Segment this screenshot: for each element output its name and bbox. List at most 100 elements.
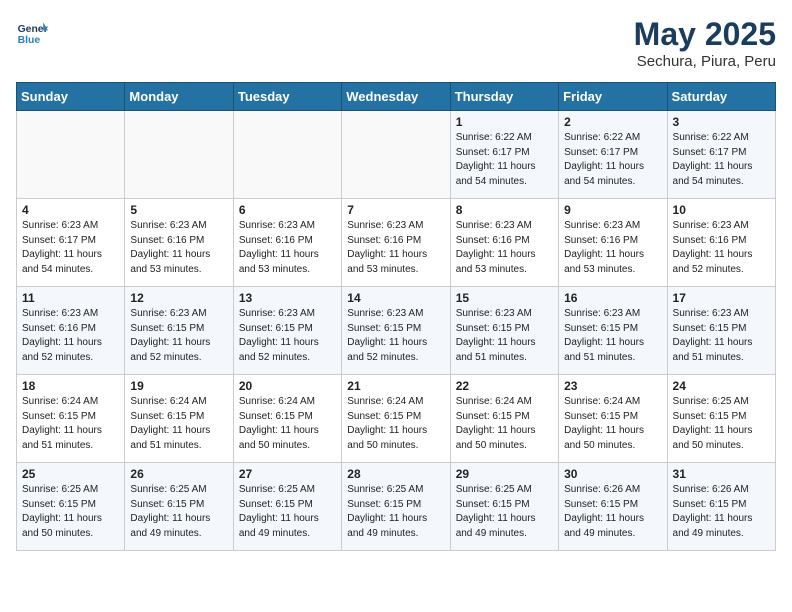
calendar-cell: 12Sunrise: 6:23 AM Sunset: 6:15 PM Dayli…: [125, 287, 233, 375]
day-info: Sunrise: 6:23 AM Sunset: 6:16 PM Dayligh…: [456, 219, 553, 277]
logo: General Blue: [16, 16, 48, 48]
day-number: 17: [673, 291, 770, 305]
calendar-cell: 30 Sunrise: 6:26 AM Sunset: 6:15 PM Dayli…: [559, 463, 667, 551]
calendar-cell: 15Sunrise: 6:23 AM Sunset: 6:15 PM Dayli…: [450, 287, 558, 375]
day-number: 29: [456, 467, 553, 481]
calendar-cell: 24 Sunrise: 6:25 AM Sunset: 6:15 PM Dayli…: [667, 375, 775, 463]
day-info: Sunrise: 6:24 AM Sunset: 6:15 PM Dayligh…: [564, 395, 661, 453]
day-number: 1: [456, 115, 553, 129]
calendar-cell: 5 Sunrise: 6:23 AM Sunset: 6:16 PM Daylig…: [125, 199, 233, 287]
calendar-cell: [233, 111, 341, 199]
day-info: Sunrise: 6:23 AM Sunset: 6:15 PM Dayligh…: [239, 307, 336, 365]
day-number: 25: [22, 467, 119, 481]
calendar-cell: 13 Sunrise: 6:23 AM Sunset: 6:15 PM Dayli…: [233, 287, 341, 375]
header-sunday: Sunday: [17, 83, 125, 111]
calendar-week-3: 11 Sunrise: 6:23 AM Sunset: 6:16 PM Dayli…: [17, 287, 776, 375]
calendar-table: SundayMondayTuesdayWednesdayThursdayFrid…: [16, 82, 776, 551]
day-number: 28: [347, 467, 444, 481]
calendar-week-4: 18 Sunrise: 6:24 AM Sunset: 6:15 PM Dayli…: [17, 375, 776, 463]
calendar-cell: 9 Sunrise: 6:23 AM Sunset: 6:16 PM Daylig…: [559, 199, 667, 287]
day-info: Sunrise: 6:23 AM Sunset: 6:16 PM Dayligh…: [347, 219, 444, 277]
header-thursday: Thursday: [450, 83, 558, 111]
day-number: 4: [22, 203, 119, 217]
calendar-cell: 7 Sunrise: 6:23 AM Sunset: 6:16 PM Daylig…: [342, 199, 450, 287]
calendar-cell: 6Sunrise: 6:23 AM Sunset: 6:16 PM Daylig…: [233, 199, 341, 287]
calendar-cell: 8Sunrise: 6:23 AM Sunset: 6:16 PM Daylig…: [450, 199, 558, 287]
header-friday: Friday: [559, 83, 667, 111]
day-number: 20: [239, 379, 336, 393]
day-number: 11: [22, 291, 119, 305]
day-info: Sunrise: 6:22 AM Sunset: 6:17 PM Dayligh…: [673, 131, 770, 189]
calendar-cell: 4 Sunrise: 6:23 AM Sunset: 6:17 PM Daylig…: [17, 199, 125, 287]
day-info: Sunrise: 6:23 AM Sunset: 6:15 PM Dayligh…: [456, 307, 553, 365]
calendar-cell: 10Sunrise: 6:23 AM Sunset: 6:16 PM Dayli…: [667, 199, 775, 287]
day-info: Sunrise: 6:25 AM Sunset: 6:15 PM Dayligh…: [130, 483, 227, 541]
day-info: Sunrise: 6:26 AM Sunset: 6:15 PM Dayligh…: [673, 483, 770, 541]
day-info: Sunrise: 6:22 AM Sunset: 6:17 PM Dayligh…: [564, 131, 661, 189]
day-number: 26: [130, 467, 227, 481]
calendar-cell: 19 Sunrise: 6:24 AM Sunset: 6:15 PM Dayli…: [125, 375, 233, 463]
calendar-cell: 20 Sunrise: 6:24 AM Sunset: 6:15 PM Dayli…: [233, 375, 341, 463]
day-info: Sunrise: 6:23 AM Sunset: 6:15 PM Dayligh…: [130, 307, 227, 365]
calendar-cell: 26 Sunrise: 6:25 AM Sunset: 6:15 PM Dayli…: [125, 463, 233, 551]
calendar-cell: 17 Sunrise: 6:23 AM Sunset: 6:15 PM Dayli…: [667, 287, 775, 375]
day-info: Sunrise: 6:23 AM Sunset: 6:17 PM Dayligh…: [22, 219, 119, 277]
day-number: 13: [239, 291, 336, 305]
day-number: 30: [564, 467, 661, 481]
calendar-week-1: 1 Sunrise: 6:22 AM Sunset: 6:17 PM Daylig…: [17, 111, 776, 199]
calendar-cell: 16Sunrise: 6:23 AM Sunset: 6:15 PM Dayli…: [559, 287, 667, 375]
day-info: Sunrise: 6:25 AM Sunset: 6:15 PM Dayligh…: [456, 483, 553, 541]
day-info: Sunrise: 6:24 AM Sunset: 6:15 PM Dayligh…: [130, 395, 227, 453]
calendar-cell: 18Sunrise: 6:24 AM Sunset: 6:15 PM Dayli…: [17, 375, 125, 463]
day-number: 9: [564, 203, 661, 217]
day-info: Sunrise: 6:23 AM Sunset: 6:15 PM Dayligh…: [673, 307, 770, 365]
calendar-week-2: 4 Sunrise: 6:23 AM Sunset: 6:17 PM Daylig…: [17, 199, 776, 287]
calendar-cell: 25 Sunrise: 6:25 AM Sunset: 6:15 PM Dayli…: [17, 463, 125, 551]
day-number: 31: [673, 467, 770, 481]
day-info: Sunrise: 6:25 AM Sunset: 6:15 PM Dayligh…: [239, 483, 336, 541]
day-info: Sunrise: 6:25 AM Sunset: 6:15 PM Dayligh…: [22, 483, 119, 541]
day-number: 7: [347, 203, 444, 217]
calendar-cell: 14Sunrise: 6:23 AM Sunset: 6:15 PM Dayli…: [342, 287, 450, 375]
header-wednesday: Wednesday: [342, 83, 450, 111]
calendar-cell: 31 Sunrise: 6:26 AM Sunset: 6:15 PM Dayli…: [667, 463, 775, 551]
day-number: 19: [130, 379, 227, 393]
day-info: Sunrise: 6:23 AM Sunset: 6:16 PM Dayligh…: [130, 219, 227, 277]
day-info: Sunrise: 6:23 AM Sunset: 6:16 PM Dayligh…: [22, 307, 119, 365]
day-info: Sunrise: 6:23 AM Sunset: 6:16 PM Dayligh…: [564, 219, 661, 277]
page-header: General Blue May 2025 Sechura, Piura, Pe…: [16, 16, 776, 70]
day-number: 27: [239, 467, 336, 481]
header-monday: Monday: [125, 83, 233, 111]
month-title: May 2025: [634, 16, 776, 53]
calendar-cell: 1 Sunrise: 6:22 AM Sunset: 6:17 PM Daylig…: [450, 111, 558, 199]
day-info: Sunrise: 6:22 AM Sunset: 6:17 PM Dayligh…: [456, 131, 553, 189]
calendar-cell: 29 Sunrise: 6:25 AM Sunset: 6:15 PM Dayli…: [450, 463, 558, 551]
subtitle: Sechura, Piura, Peru: [634, 53, 776, 70]
day-number: 22: [456, 379, 553, 393]
day-number: 23: [564, 379, 661, 393]
calendar-cell: 28 Sunrise: 6:25 AM Sunset: 6:15 PM Dayli…: [342, 463, 450, 551]
day-info: Sunrise: 6:24 AM Sunset: 6:15 PM Dayligh…: [239, 395, 336, 453]
title-block: May 2025 Sechura, Piura, Peru: [634, 16, 776, 70]
calendar-week-5: 25 Sunrise: 6:25 AM Sunset: 6:15 PM Dayli…: [17, 463, 776, 551]
day-number: 5: [130, 203, 227, 217]
day-number: 10: [673, 203, 770, 217]
calendar-cell: [17, 111, 125, 199]
calendar-cell: [125, 111, 233, 199]
header-saturday: Saturday: [667, 83, 775, 111]
calendar-body: 1 Sunrise: 6:22 AM Sunset: 6:17 PM Daylig…: [17, 111, 776, 551]
day-info: Sunrise: 6:23 AM Sunset: 6:15 PM Dayligh…: [347, 307, 444, 365]
day-info: Sunrise: 6:24 AM Sunset: 6:15 PM Dayligh…: [347, 395, 444, 453]
calendar-cell: 21Sunrise: 6:24 AM Sunset: 6:15 PM Dayli…: [342, 375, 450, 463]
day-number: 18: [22, 379, 119, 393]
day-number: 16: [564, 291, 661, 305]
day-info: Sunrise: 6:25 AM Sunset: 6:15 PM Dayligh…: [347, 483, 444, 541]
svg-text:Blue: Blue: [18, 35, 41, 46]
calendar-cell: [342, 111, 450, 199]
day-info: Sunrise: 6:25 AM Sunset: 6:15 PM Dayligh…: [673, 395, 770, 453]
day-info: Sunrise: 6:24 AM Sunset: 6:15 PM Dayligh…: [456, 395, 553, 453]
day-number: 2: [564, 115, 661, 129]
day-info: Sunrise: 6:26 AM Sunset: 6:15 PM Dayligh…: [564, 483, 661, 541]
calendar-cell: 11 Sunrise: 6:23 AM Sunset: 6:16 PM Dayli…: [17, 287, 125, 375]
day-number: 24: [673, 379, 770, 393]
